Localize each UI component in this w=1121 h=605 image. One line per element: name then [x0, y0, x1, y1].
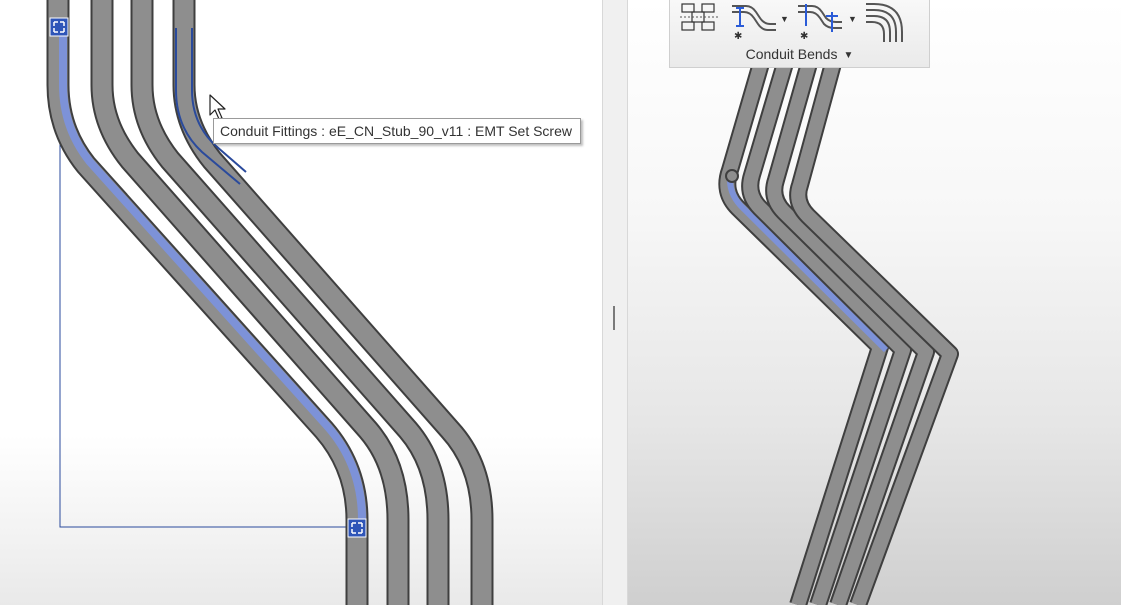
kick-bend-button[interactable]: ✱ ▼: [796, 0, 857, 44]
splitter-grip-icon[interactable]: [613, 306, 615, 330]
grip-handle-top[interactable]: [49, 17, 69, 37]
panel-title[interactable]: Conduit Bends ▼: [670, 46, 929, 62]
conduit-grid-button[interactable]: [678, 0, 722, 44]
view-splitter[interactable]: [602, 0, 628, 605]
chevron-down-icon[interactable]: ▼: [843, 50, 853, 61]
ribbon-panel-conduit-bends: ✱ ▼ ✱ ▼ Conduit Bends ▼: [669, 0, 930, 68]
offset-bend-button[interactable]: ✱ ▼: [730, 0, 789, 44]
svg-text:✱: ✱: [734, 31, 742, 40]
element-tooltip: Conduit Fittings : eE_CN_Stub_90_v11 : E…: [213, 118, 581, 144]
3d-view-canvas[interactable]: [628, 0, 1121, 605]
panel-title-label: Conduit Bends: [745, 46, 838, 62]
svg-text:✱: ✱: [800, 31, 808, 40]
offset-bend-icon: ✱: [732, 5, 776, 40]
conduit-grid-icon: [680, 3, 718, 31]
multi-bend-icon: [866, 3, 903, 42]
offset-bend-dropdown-icon[interactable]: ▼: [780, 14, 789, 24]
3d-view[interactable]: ✱ ▼ ✱ ▼ Conduit Bends ▼: [628, 0, 1121, 605]
tooltip-text: Conduit Fittings : eE_CN_Stub_90_v11 : E…: [220, 123, 572, 139]
kick-bend-dropdown-icon[interactable]: ▼: [848, 14, 857, 24]
grip-handle-bottom[interactable]: [347, 518, 367, 538]
kick-bend-icon: ✱: [798, 4, 842, 40]
plan-view[interactable]: Conduit Fittings : eE_CN_Stub_90_v11 : E…: [0, 0, 602, 605]
multi-bend-button[interactable]: [864, 0, 912, 44]
plan-view-canvas[interactable]: [0, 0, 602, 605]
